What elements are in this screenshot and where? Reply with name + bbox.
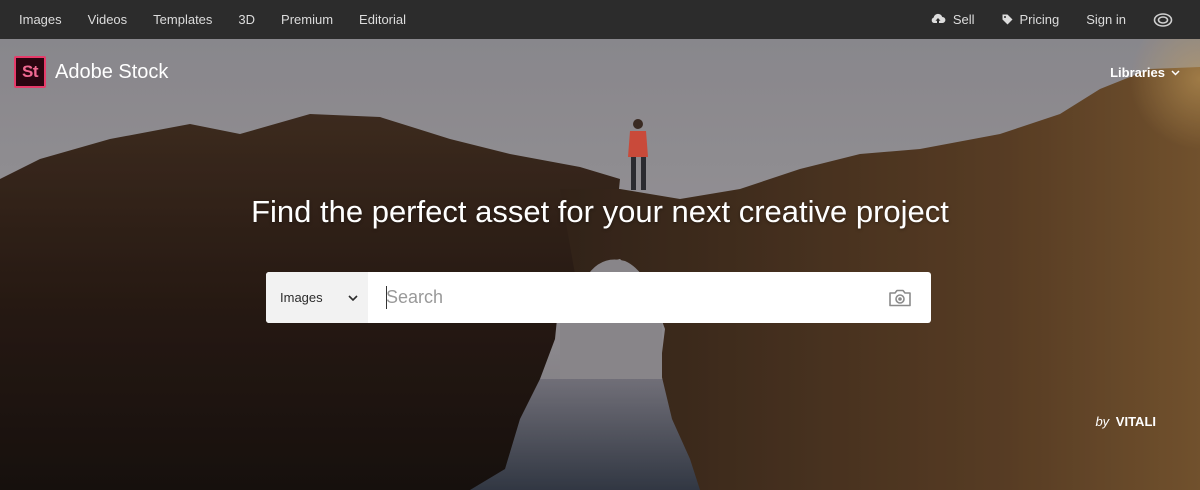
nav-videos[interactable]: Videos xyxy=(88,12,128,27)
libraries-dropdown[interactable]: Libraries xyxy=(1110,65,1180,80)
creative-cloud-button[interactable] xyxy=(1153,12,1180,28)
category-nav: Images Videos Templates 3D Premium Edito… xyxy=(0,12,432,27)
sign-in-link[interactable]: Sign in xyxy=(1086,12,1126,27)
creative-cloud-icon xyxy=(1153,12,1173,27)
nav-3d[interactable]: 3D xyxy=(238,12,255,27)
hero-headline: Find the perfect asset for your next cre… xyxy=(251,194,949,229)
chevron-down-icon xyxy=(348,294,358,301)
pricing-link[interactable]: Pricing xyxy=(1002,12,1060,27)
search-input[interactable] xyxy=(368,272,869,323)
nav-templates[interactable]: Templates xyxy=(153,12,212,27)
brand[interactable]: St Adobe Stock xyxy=(14,56,168,88)
hero-background-image xyxy=(0,39,1200,490)
hero-section: St Adobe Stock Libraries Find the perfec… xyxy=(0,39,1200,490)
libraries-label: Libraries xyxy=(1110,65,1165,80)
nav-premium[interactable]: Premium xyxy=(281,12,333,27)
text-cursor xyxy=(386,286,387,309)
adobe-stock-logo: St xyxy=(14,56,46,88)
search-field xyxy=(368,272,869,323)
sell-label: Sell xyxy=(952,12,975,27)
visual-search-button[interactable] xyxy=(869,272,931,323)
brand-name: Adobe Stock xyxy=(55,60,169,83)
search-bar: Images xyxy=(266,272,931,323)
top-navigation: Images Videos Templates 3D Premium Edito… xyxy=(0,0,1200,39)
asset-type-label: Images xyxy=(280,290,323,305)
pricing-label: Pricing xyxy=(1019,12,1060,27)
sell-link[interactable]: Sell xyxy=(930,12,975,27)
camera-icon xyxy=(889,289,911,306)
nav-images[interactable]: Images xyxy=(19,12,62,27)
photo-credit: by VITALI xyxy=(1095,414,1156,429)
asset-type-select[interactable]: Images xyxy=(266,272,368,323)
nav-editorial[interactable]: Editorial xyxy=(359,12,406,27)
sign-in-label: Sign in xyxy=(1086,12,1126,27)
account-nav: Sell Pricing Sign in xyxy=(903,12,1200,28)
credit-author[interactable]: VITALI xyxy=(1116,414,1156,429)
credit-by: by xyxy=(1095,414,1110,429)
chevron-down-icon xyxy=(1171,69,1180,76)
tag-icon xyxy=(1002,14,1012,25)
cloud-upload-icon xyxy=(931,13,946,25)
